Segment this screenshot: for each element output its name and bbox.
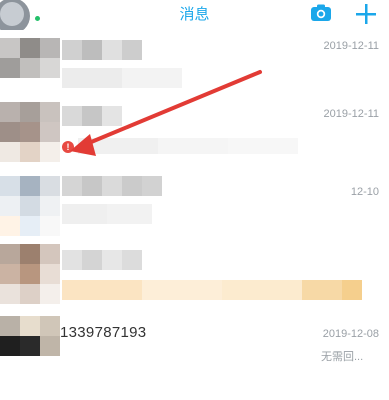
- conversation-date: 12-10: [350, 186, 379, 198]
- blurred-name: [62, 250, 142, 270]
- blurred-name: [62, 106, 122, 126]
- error-icon: !: [62, 141, 74, 153]
- blurred-preview: [78, 138, 298, 154]
- blurred-avatar: [0, 244, 60, 304]
- conversation-date: 2019-12-08: [322, 328, 379, 340]
- plus-icon[interactable]: [355, 3, 377, 25]
- conversation-preview: 无需回...: [321, 351, 364, 363]
- blurred-avatar: [0, 316, 60, 356]
- top-bar: 消息: [0, 0, 389, 34]
- blurred-avatar: [0, 176, 60, 236]
- blurred-name: [62, 40, 142, 60]
- camera-icon[interactable]: [310, 4, 332, 22]
- blurred-preview: [62, 280, 362, 300]
- blurred-avatar: [0, 38, 60, 78]
- conversation-date: 2019-12-11: [323, 108, 379, 120]
- blurred-name: [62, 176, 162, 196]
- conversation-date: 2019-12-11: [323, 40, 379, 52]
- blurred-avatar: [0, 102, 60, 162]
- contact-name: 1339787193: [60, 324, 147, 341]
- blurred-preview: [62, 68, 182, 88]
- blurred-preview: [62, 204, 152, 224]
- conversation-item[interactable]: 1339787193 2019-12-08 无需回...: [0, 310, 389, 400]
